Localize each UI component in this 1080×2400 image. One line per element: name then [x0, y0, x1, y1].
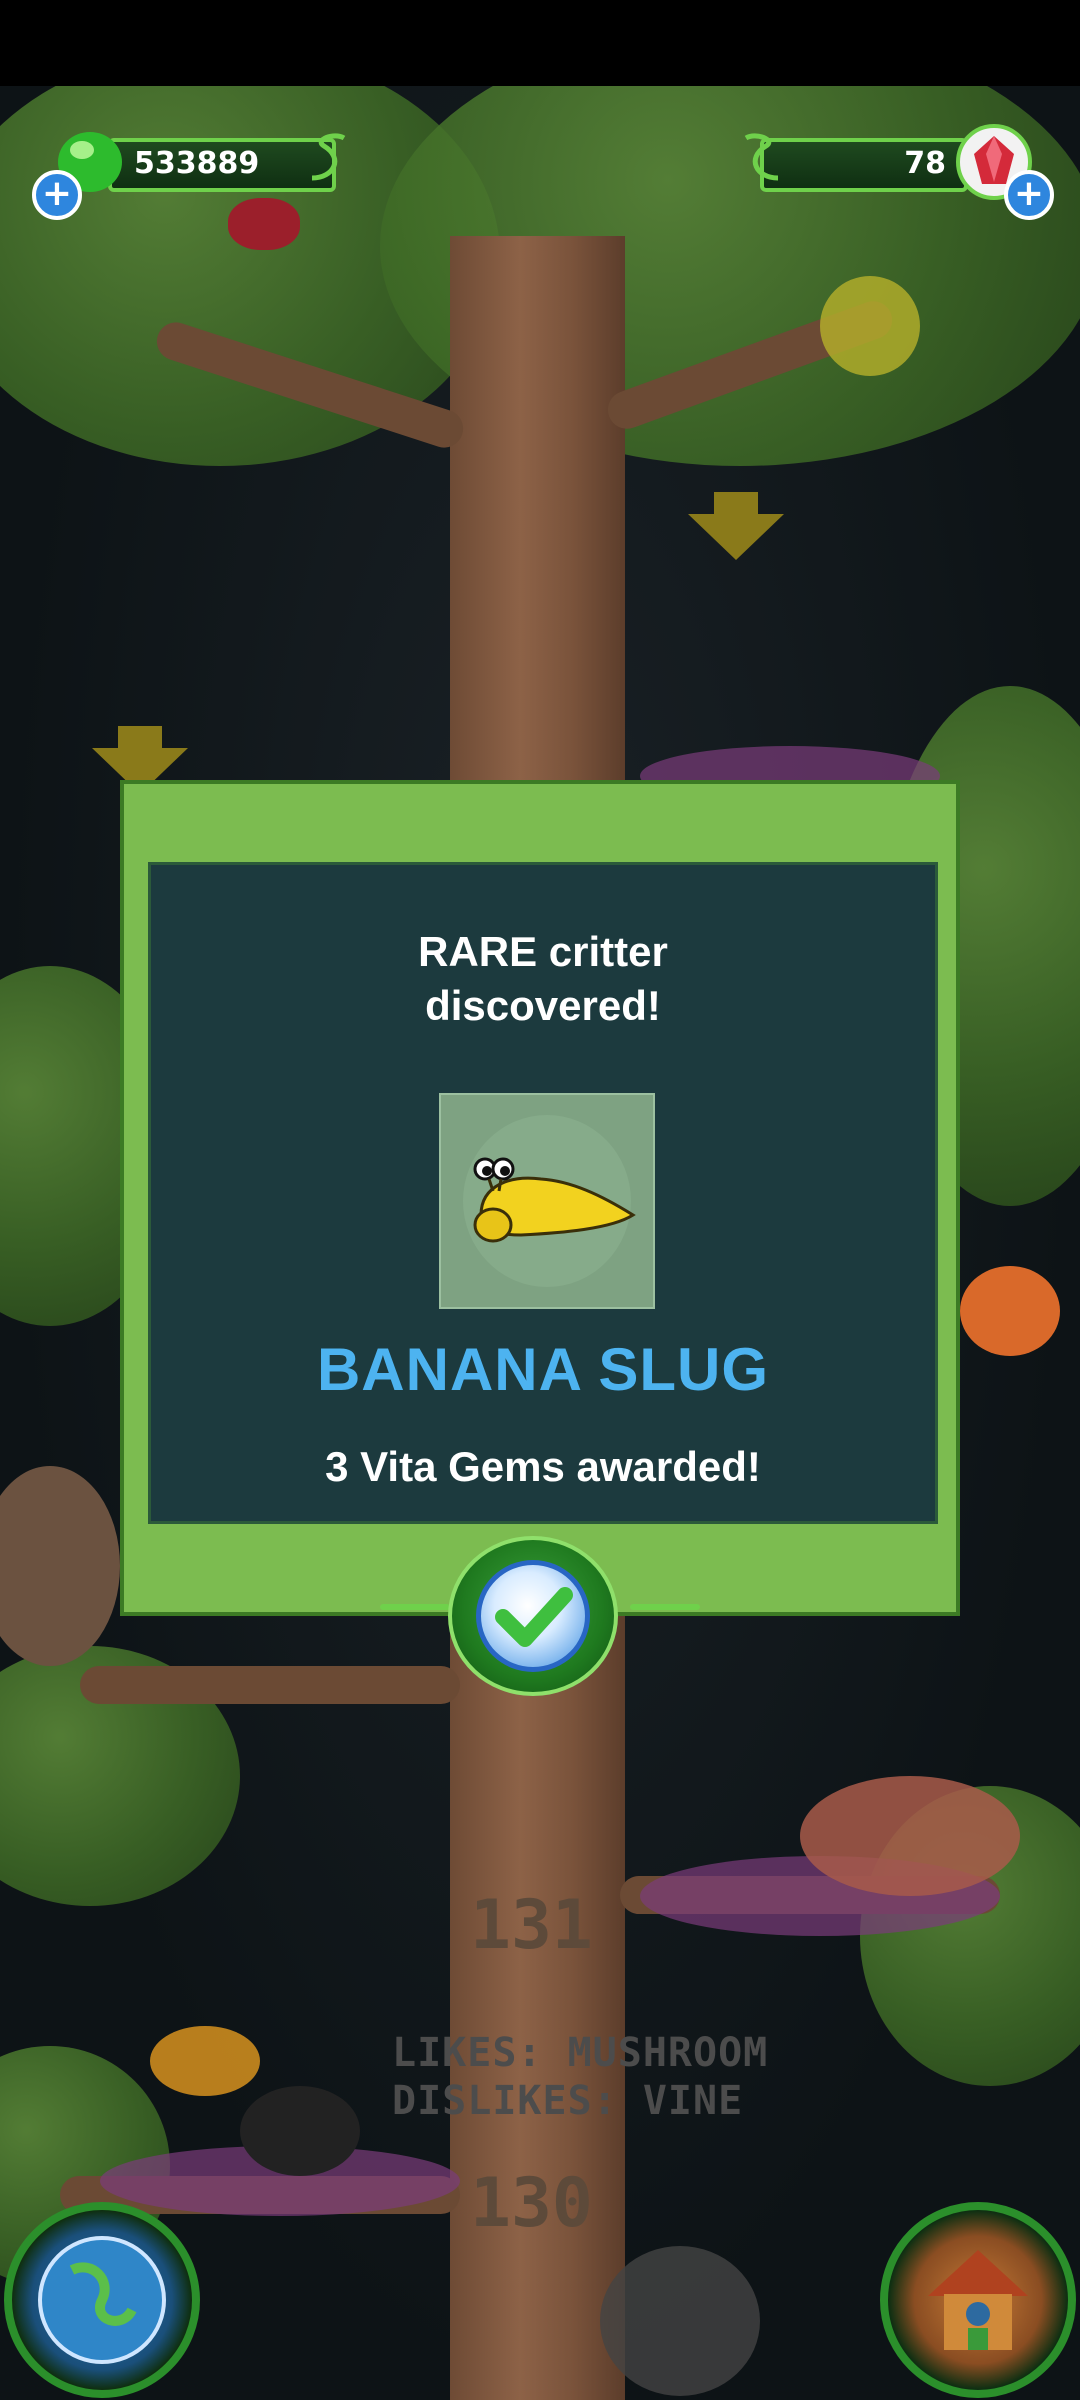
level-number: 130 — [470, 2164, 593, 2243]
critter-discovered-dialog: RARE critter discovered! BANANA SLUG 3 V… — [120, 780, 960, 1616]
add-gems-button[interactable]: + — [1004, 170, 1054, 220]
dialog-title: RARE critter discovered! — [151, 925, 935, 1033]
branch — [80, 1666, 460, 1704]
armadillo-critter[interactable] — [240, 2086, 360, 2176]
dislikes-label: DISLIKES: VINE — [392, 2078, 744, 2124]
house-icon — [928, 2250, 1028, 2350]
critter-name: BANANA SLUG — [316, 1336, 770, 1403]
title-line-1: RARE critter — [418, 928, 668, 975]
vine-ornament-left — [380, 1604, 450, 1610]
red-fruit[interactable] — [228, 198, 300, 250]
title-line-2: discovered! — [425, 982, 661, 1029]
reward-text: 3 Vita Gems awarded! — [325, 1443, 761, 1490]
checkmark-icon — [495, 1587, 573, 1647]
home-button[interactable] — [880, 2202, 1076, 2398]
donkey-critter[interactable] — [600, 2246, 760, 2396]
jelly-bar: 533889 — [108, 138, 336, 192]
world-map-button[interactable] — [4, 2202, 200, 2398]
vine-ornament-icon — [744, 133, 779, 181]
critter-portrait — [439, 1093, 655, 1309]
confirm-button[interactable] — [448, 1536, 626, 1702]
dinosaur-critter[interactable] — [800, 1776, 1020, 1896]
add-jelly-button[interactable]: + — [32, 170, 82, 220]
dialog-panel: RARE critter discovered! BANANA SLUG 3 V… — [148, 862, 938, 1524]
status-bar — [0, 0, 1080, 86]
vine-ornament-icon — [311, 133, 346, 181]
gem-count: 78 — [904, 146, 946, 181]
gem-bar: 78 — [760, 138, 968, 192]
down-arrow-icon[interactable] — [118, 726, 162, 748]
confirm-core — [476, 1560, 590, 1672]
globe-icon — [38, 2236, 166, 2364]
level-number: 131 — [470, 1886, 593, 1965]
jelly-count: 533889 — [134, 146, 260, 181]
down-arrow-icon[interactable] — [688, 514, 784, 560]
yellow-fruit[interactable] — [820, 276, 920, 376]
vine-ornament-right — [630, 1604, 700, 1610]
banana-slug-icon — [463, 1115, 636, 1287]
likes-label: LIKES: MUSHROOM — [392, 2030, 769, 2076]
clownfish-critter[interactable] — [960, 1266, 1060, 1356]
bird-critter[interactable] — [150, 2026, 260, 2096]
down-arrow-icon[interactable] — [714, 492, 758, 514]
